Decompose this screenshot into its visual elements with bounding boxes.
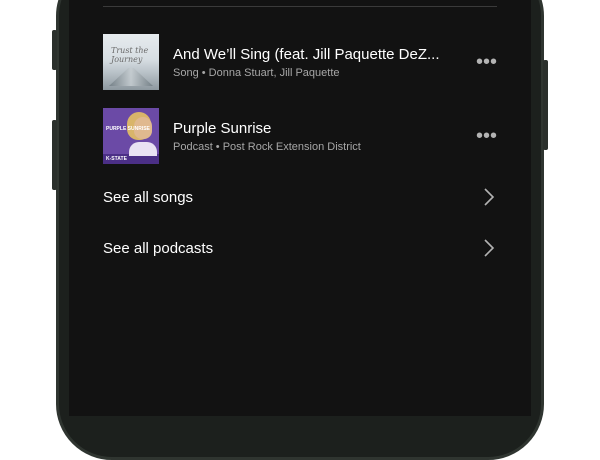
see-all-songs-label: See all songs	[103, 188, 194, 206]
see-all-podcasts-label: See all podcasts	[103, 239, 214, 257]
result-title: Purple Sunrise	[173, 120, 272, 137]
section-divider	[103, 6, 497, 7]
search-result-song[interactable]: Trust the Journey And We’ll Sing (feat. …	[103, 34, 497, 90]
result-meta: And We’ll Sing (feat. Jill Paquette DeZ.…	[173, 45, 469, 79]
phone-side-button	[52, 120, 57, 190]
chevron-right-icon	[484, 188, 495, 206]
chevron-right-icon	[484, 239, 495, 257]
podcast-art: PURPLE SUNRISE K-STATE	[103, 108, 159, 164]
more-icon[interactable]: •••	[469, 126, 497, 146]
see-all-songs-link[interactable]: See all songs	[103, 182, 497, 212]
result-title: And We’ll Sing (feat. Jill Paquette DeZ.…	[173, 46, 440, 63]
album-art: Trust the Journey	[103, 34, 159, 90]
album-art-road	[109, 68, 153, 86]
result-subtitle: Podcast • Post Rock Extension District	[173, 141, 361, 153]
phone-side-button	[543, 60, 548, 150]
app-screen: Trust the Journey And We’ll Sing (feat. …	[69, 0, 531, 416]
result-meta: Purple Sunrise Podcast • Post Rock Exten…	[173, 119, 469, 153]
result-subtitle: Song • Donna Stuart, Jill Paquette	[173, 67, 340, 79]
podcast-art-brand: K-STATE	[106, 156, 127, 162]
podcast-art-host-body	[129, 142, 157, 156]
search-result-podcast[interactable]: PURPLE SUNRISE K-STATE Purple Sunrise Po…	[103, 108, 497, 164]
album-art-text: Trust the Journey	[111, 46, 149, 64]
phone-side-button	[52, 30, 57, 70]
podcast-art-title: PURPLE SUNRISE	[106, 126, 150, 132]
more-icon[interactable]: •••	[469, 52, 497, 72]
see-all-podcasts-link[interactable]: See all podcasts	[103, 233, 497, 263]
